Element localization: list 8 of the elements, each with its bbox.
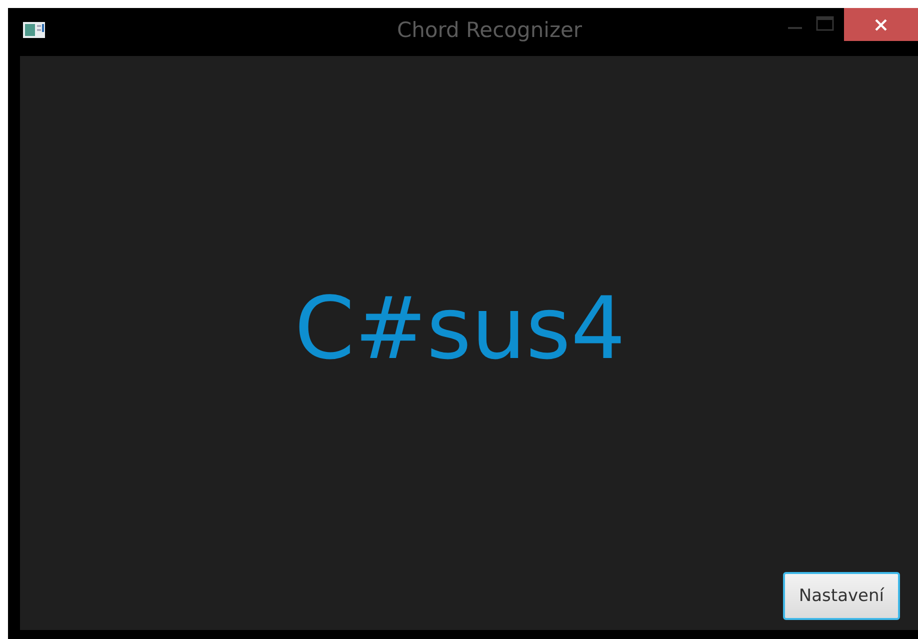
- chord-name: C#sus4: [294, 279, 626, 379]
- close-icon: [874, 18, 888, 32]
- app-icon: [23, 22, 45, 38]
- maximize-icon: [816, 16, 834, 32]
- window-title: Chord Recognizer: [396, 18, 582, 42]
- settings-button[interactable]: Nastavení: [782, 572, 900, 620]
- close-button[interactable]: [844, 8, 918, 41]
- minimize-icon: [788, 27, 802, 29]
